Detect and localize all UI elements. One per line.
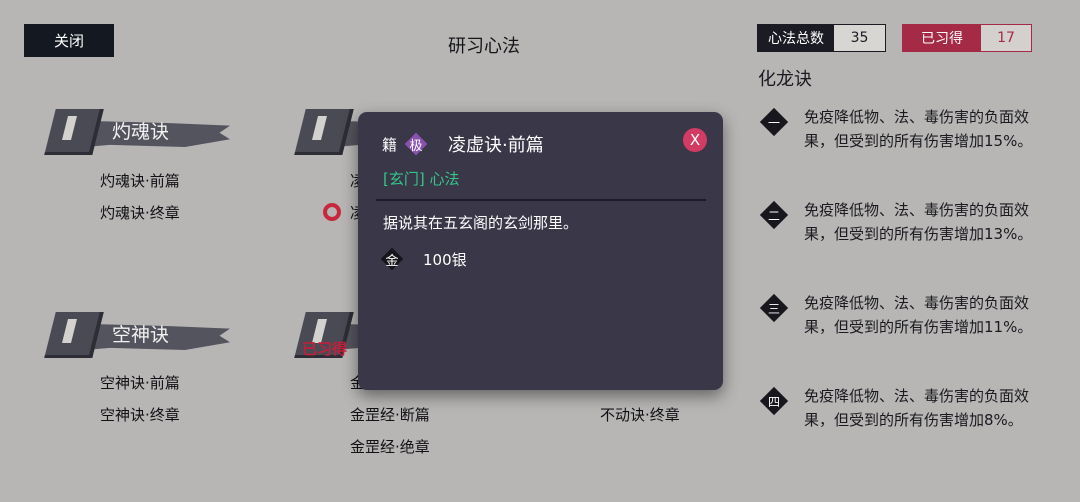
effect-text: 免疫降低物、法、毒伤害的负面效果，但受到的所有伤害增加11%。	[804, 294, 1033, 336]
learned-count-label: 已习得	[903, 25, 981, 51]
popup-book-name: 凌虚诀·前篇	[448, 135, 544, 156]
category-name: 空神诀	[112, 324, 170, 346]
book-type-badge: 籍	[382, 136, 398, 154]
effect-tier-1: 一 免疫降低物、法、毒伤害的负面效果，但受到的所有伤害增加15%。	[760, 105, 1040, 153]
popup-close-icon[interactable]: X	[683, 128, 707, 152]
book-icon	[294, 109, 354, 155]
total-count-label: 心法总数	[758, 25, 834, 51]
total-count-badge: 心法总数 35	[757, 24, 886, 52]
book-icon	[44, 312, 104, 358]
popup-description: 据说其在五玄阁的玄剑那里。	[383, 214, 579, 232]
entry-item[interactable]: 空神诀·前篇	[100, 372, 180, 393]
effect-text: 免疫降低物、法、毒伤害的负面效果，但受到的所有伤害增加13%。	[804, 201, 1033, 243]
effect-tier-2: 二 免疫降低物、法、毒伤害的负面效果，但受到的所有伤害增加13%。	[760, 198, 1040, 246]
effect-text: 免疫降低物、法、毒伤害的负面效果，但受到的所有伤害增加8%。	[804, 387, 1030, 429]
book-icon	[44, 109, 104, 155]
effect-text: 免疫降低物、法、毒伤害的负面效果，但受到的所有伤害增加15%。	[804, 108, 1033, 150]
learned-count-badge: 已习得 17	[902, 24, 1032, 52]
grade-diamond-icon: 极	[405, 133, 427, 155]
total-count-value: 35	[834, 25, 885, 51]
popup-price: 100银	[423, 251, 467, 269]
detail-title: 化龙诀	[758, 69, 812, 90]
category-banner-zhuohun[interactable]: 灼魂诀	[44, 103, 240, 163]
close-button[interactable]: 关闭	[24, 24, 114, 57]
entry-item[interactable]: 灼魂诀·终章	[100, 202, 180, 223]
entry-item[interactable]: 不动诀·终章	[600, 404, 680, 425]
entry-item[interactable]: 金罡经·断篇	[350, 404, 430, 425]
tier-badge-icon: 三	[760, 294, 788, 322]
tier-badge-icon: 一	[760, 108, 788, 136]
page-title: 研习心法	[448, 36, 520, 57]
popup-sect-label: [玄门] 心法	[383, 170, 460, 188]
learned-tag: 已习得	[302, 340, 348, 358]
entry-item[interactable]: 灼魂诀·前篇	[100, 170, 180, 191]
effect-tier-3: 三 免疫降低物、法、毒伤害的负面效果，但受到的所有伤害增加11%。	[760, 291, 1040, 339]
popup-divider	[376, 199, 706, 201]
in-progress-ring-icon	[323, 203, 341, 221]
category-banner-kongshen[interactable]: 空神诀	[44, 306, 240, 366]
learned-count-value: 17	[981, 25, 1031, 51]
entry-item[interactable]: 金罡经·绝章	[350, 436, 430, 457]
item-detail-popup: 籍 极 凌虚诀·前篇 X [玄门] 心法 据说其在五玄阁的玄剑那里。 金 100…	[358, 112, 723, 390]
tier-badge-icon: 二	[760, 201, 788, 229]
effect-tier-4: 四 免疫降低物、法、毒伤害的负面效果，但受到的所有伤害增加8%。	[760, 384, 1040, 432]
category-name: 灼魂诀	[112, 121, 170, 143]
currency-icon: 金	[381, 248, 403, 270]
tier-badge-icon: 四	[760, 387, 788, 415]
entry-item[interactable]: 空神诀·终章	[100, 404, 180, 425]
